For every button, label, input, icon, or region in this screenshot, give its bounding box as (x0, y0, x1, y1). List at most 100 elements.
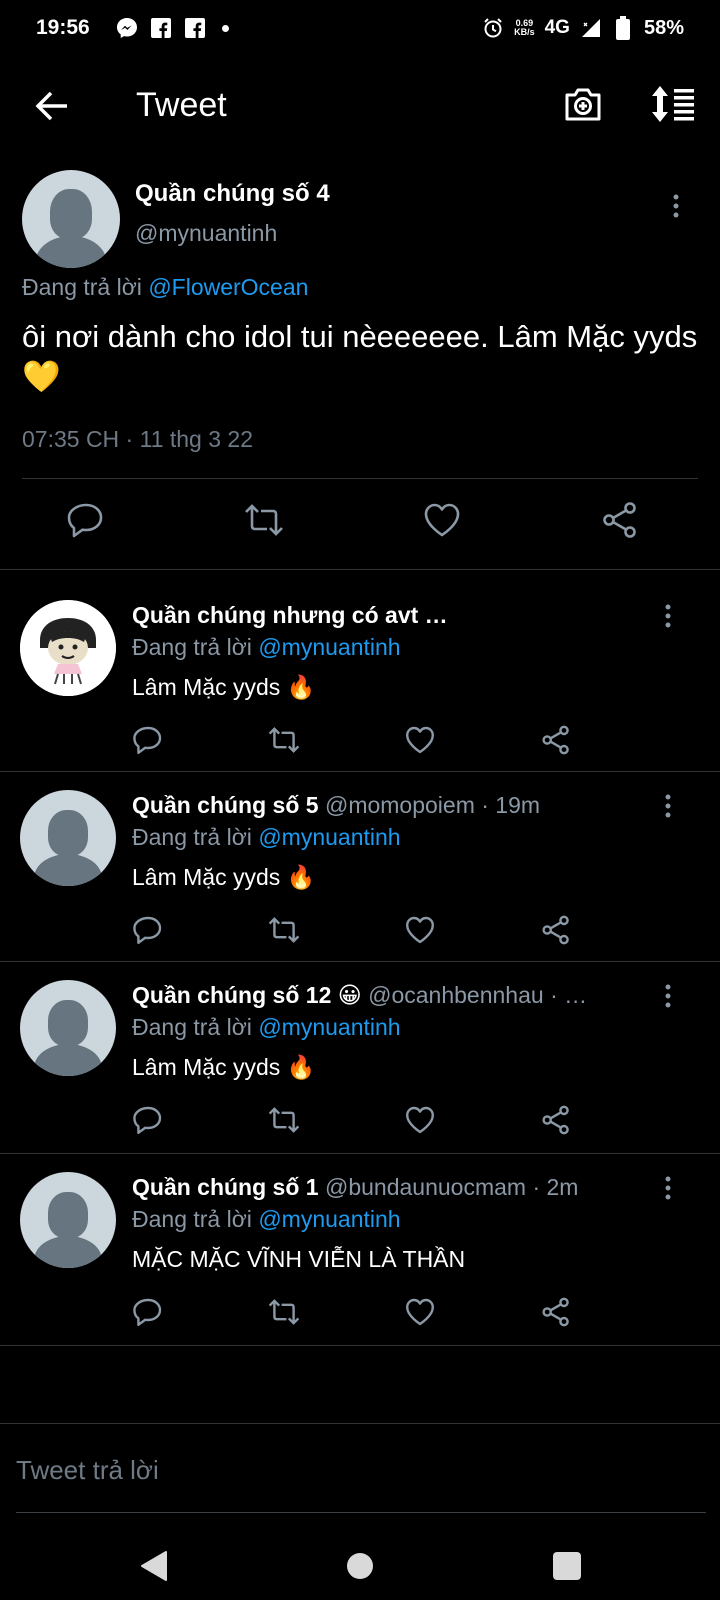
mention-link[interactable]: @mynuantinh (258, 1206, 400, 1232)
share-button[interactable] (536, 1100, 576, 1140)
author-name[interactable]: Quần chúng số 1 (132, 1174, 319, 1200)
mention-link[interactable]: @FlowerOcean (148, 274, 308, 300)
default-avatar-body (34, 854, 102, 886)
nav-recents-button[interactable] (545, 1544, 589, 1588)
share-button[interactable] (536, 720, 576, 760)
author-name[interactable]: Quần chúng số 5 (132, 792, 319, 818)
reply-tweet[interactable]: Quần chúng số 5 @momopoiem · 19m Đang tr… (0, 760, 720, 950)
share-icon (542, 725, 569, 755)
more-options-button[interactable] (656, 982, 680, 1010)
reply-header: Quần chúng số 5 @momopoiem · 19m (132, 792, 632, 819)
tweet-actions (124, 1100, 594, 1140)
reply-button[interactable] (128, 910, 168, 950)
reply-button[interactable] (128, 720, 168, 760)
like-button[interactable] (418, 496, 466, 544)
mention-link[interactable]: @mynuantinh (258, 824, 400, 850)
more-options-button[interactable] (656, 1174, 680, 1202)
retweet-icon (245, 504, 283, 536)
reply-button[interactable] (62, 496, 110, 544)
battery-icon (612, 16, 634, 40)
page-title: Tweet (136, 86, 227, 124)
replying-to: Đang trả lời @mynuantinh (132, 1014, 401, 1040)
reply-button[interactable] (128, 1100, 168, 1140)
author-name[interactable]: Quần chúng nhưng có avt … (132, 602, 448, 628)
reply-header: Quần chúng số 1 @bundaunuocmam · 2m (132, 1174, 632, 1201)
avatar[interactable] (20, 790, 116, 886)
messenger-icon (116, 17, 138, 39)
tweet-actions (22, 492, 698, 548)
sort-replies-button[interactable] (650, 84, 698, 128)
nav-back-button[interactable] (132, 1544, 176, 1588)
retweet-icon (268, 727, 300, 753)
more-vertical-icon (665, 794, 671, 818)
share-button[interactable] (536, 910, 576, 950)
share-button[interactable] (536, 1292, 576, 1332)
avatar[interactable] (20, 600, 116, 696)
retweet-button[interactable] (264, 720, 304, 760)
avatar[interactable] (22, 170, 120, 268)
retweet-icon (268, 1107, 300, 1133)
more-options-button[interactable] (656, 792, 680, 820)
tweet-text: Lâm Mặc yyds 🔥 (132, 864, 316, 890)
heart-icon (406, 1298, 434, 1326)
reply-icon (133, 1106, 162, 1134)
tweet-text: ôi nơi dành cho idol tui nèeeeeee. Lâm M… (22, 319, 698, 394)
facebook-icon (184, 17, 206, 39)
reply-input[interactable] (16, 1440, 706, 1500)
avatar[interactable] (20, 980, 116, 1076)
composer-underline (16, 1512, 706, 1513)
sort-icon (652, 86, 694, 122)
reply-button[interactable] (128, 1292, 168, 1332)
default-avatar-head (48, 810, 88, 856)
share-button[interactable] (596, 496, 644, 544)
author-handle[interactable]: @ocanhbennhau · … (362, 982, 587, 1008)
more-options-button[interactable] (656, 602, 680, 630)
back-button[interactable] (30, 86, 74, 126)
camera-button[interactable] (563, 84, 607, 128)
author-name[interactable]: Quần chúng số 12 😀 (132, 982, 362, 1008)
default-avatar-head (50, 189, 92, 239)
author-handle[interactable]: @mynuantinh (135, 220, 277, 247)
author-handle[interactable]: @momopoiem · 19m (319, 792, 540, 818)
reply-header: Quần chúng nhưng có avt … (132, 602, 632, 629)
network-type: 4G (544, 17, 570, 38)
more-options-button[interactable] (664, 192, 688, 220)
cartoon-avatar-icon (20, 600, 116, 696)
reply-tweet[interactable]: Quần chúng số 12 😀 @ocanhbennhau · … Đan… (0, 950, 720, 1140)
tweet-text: MẶC MẶC VĨNH VIỄN LÀ THẦN (132, 1246, 466, 1272)
mention-link[interactable]: @mynuantinh (258, 1014, 400, 1040)
reply-tweet[interactable]: Quần chúng số 1 @bundaunuocmam · 2m Đang… (0, 1142, 720, 1332)
camera-plus-icon (565, 88, 601, 121)
like-button[interactable] (400, 720, 440, 760)
replying-to: Đang trả lời @mynuantinh (132, 1206, 401, 1232)
author-name[interactable]: Quần chúng số 4 (135, 180, 330, 208)
mention-link[interactable]: @mynuantinh (258, 634, 400, 660)
nav-home-button[interactable] (338, 1544, 382, 1588)
retweet-button[interactable] (240, 496, 288, 544)
retweet-button[interactable] (264, 910, 304, 950)
like-button[interactable] (400, 1100, 440, 1140)
reply-icon (133, 726, 162, 754)
avatar[interactable] (20, 1172, 116, 1268)
reply-icon (67, 503, 103, 538)
heart-icon (406, 1106, 434, 1134)
divider (22, 478, 698, 479)
retweet-button[interactable] (264, 1292, 304, 1332)
heart-icon (406, 916, 434, 944)
status-right: 0.69 KB/s 4G 58% (482, 0, 684, 56)
reply-composer (16, 1440, 706, 1506)
signal-icon (580, 17, 602, 39)
notification-icons (116, 17, 229, 39)
like-button[interactable] (400, 910, 440, 950)
reply-tweet[interactable]: Quần chúng nhưng có avt … Đang trả lời @… (0, 570, 720, 760)
author-handle[interactable]: @bundaunuocmam · 2m (319, 1174, 579, 1200)
like-button[interactable] (400, 1292, 440, 1332)
default-avatar-body (36, 236, 106, 268)
retweet-button[interactable] (264, 1100, 304, 1140)
divider (0, 1345, 720, 1346)
battery-percent: 58% (643, 16, 684, 39)
retweet-icon (268, 917, 300, 943)
default-avatar-head (48, 1192, 88, 1238)
tweet-actions (124, 720, 594, 760)
heart-icon (424, 503, 460, 537)
